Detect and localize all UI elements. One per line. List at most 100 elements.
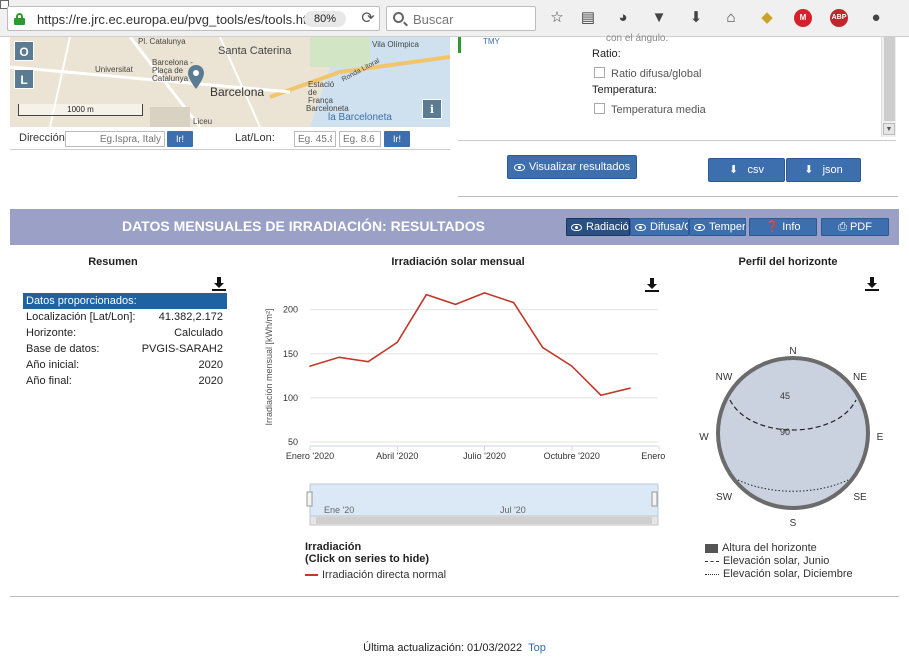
y-tick-label: 100 bbox=[283, 393, 298, 403]
map-label: Liceu bbox=[193, 117, 213, 126]
series-line bbox=[309, 292, 631, 397]
ratio-checkbox[interactable] bbox=[594, 67, 605, 78]
lock-icon bbox=[14, 13, 25, 25]
map-info-button[interactable]: i bbox=[422, 99, 442, 119]
temperature-checkbox-label[interactable]: Temperatura media bbox=[611, 104, 706, 116]
temperature-checkbox[interactable] bbox=[594, 103, 605, 114]
data-point bbox=[483, 292, 486, 294]
history-icon[interactable]: ◕ bbox=[613, 8, 633, 28]
zoom-level[interactable]: 80% bbox=[304, 11, 346, 27]
ring-label-45: 45 bbox=[780, 391, 790, 401]
search-input[interactable]: Buscar bbox=[413, 12, 453, 27]
latlon-go-button[interactable]: Ir! bbox=[384, 131, 410, 147]
tab-radiacion[interactable]: Radiación bbox=[566, 218, 630, 236]
legend-june[interactable]: Elevación solar, Junio bbox=[705, 555, 829, 567]
divider bbox=[458, 196, 898, 197]
navigator-handle-left bbox=[306, 491, 313, 507]
visualize-results-label: Visualizar resultados bbox=[528, 161, 631, 173]
tab-difusa-label: Difusa/G bbox=[650, 221, 689, 233]
summary-download-icon[interactable] bbox=[212, 277, 226, 291]
y-tick-label: 50 bbox=[288, 437, 298, 447]
direction-ne: NE bbox=[853, 372, 867, 383]
lon-input[interactable] bbox=[339, 131, 381, 147]
extension-icon[interactable]: ◆ bbox=[757, 8, 777, 28]
addon-balls-icon[interactable]: ● bbox=[866, 8, 886, 28]
mega-addon-icon[interactable]: M bbox=[794, 9, 812, 27]
home-icon[interactable]: ⌂ bbox=[721, 8, 741, 28]
legend-item-series[interactable]: Irradiación directa normal bbox=[305, 569, 446, 581]
map-marker-icon[interactable] bbox=[188, 65, 204, 89]
monthly-irradiation-chart[interactable]: 50 100 150 200 Enero '2020 Abril '2020 Julio '… bbox=[258, 278, 668, 536]
csv-download-button[interactable]: ⬇ csv bbox=[708, 158, 785, 182]
legend-swatch bbox=[705, 543, 718, 553]
map-label: Universitat bbox=[95, 65, 133, 74]
pdf-button[interactable]: ⎙ PDF bbox=[821, 218, 889, 236]
horizon-download-icon[interactable] bbox=[865, 277, 879, 291]
ratio-checkbox-label[interactable]: Ratio difusa/global bbox=[611, 68, 702, 80]
summary-value: 2020 bbox=[198, 359, 223, 371]
csv-label: csv bbox=[747, 164, 764, 176]
data-point bbox=[600, 394, 602, 397]
table-row: Localización [Lat/Lon]: 41.382,2.172 bbox=[23, 309, 227, 325]
legend-label: Elevación solar, Diciembre bbox=[723, 568, 853, 580]
legend-series-label: Irradiación directa normal bbox=[322, 569, 447, 581]
map-label: Vila Olímpica bbox=[372, 40, 419, 49]
direction-e: E bbox=[877, 432, 884, 443]
summary-title: Resumen bbox=[88, 256, 138, 268]
bookmark-star-icon[interactable]: ☆ bbox=[547, 8, 567, 28]
direccion-input[interactable] bbox=[65, 131, 165, 147]
tab-difusa-global[interactable]: Difusa/G bbox=[630, 218, 689, 236]
x-tick-label: Abril '2020 bbox=[376, 451, 418, 461]
direction-n: N bbox=[789, 346, 796, 357]
location-map[interactable]: Pl. Catalunya Santa Caterina Vila Olímpi… bbox=[10, 37, 450, 127]
direccion-go-button[interactable]: Ir! bbox=[167, 131, 193, 147]
direction-s: S bbox=[790, 518, 797, 529]
data-point bbox=[454, 303, 457, 306]
pocket-icon[interactable]: ▼ bbox=[649, 8, 669, 28]
scroll-down-arrow-icon[interactable]: ▼ bbox=[883, 123, 895, 135]
eye-icon bbox=[513, 163, 525, 171]
y-tick-label: 150 bbox=[283, 349, 298, 359]
reload-icon[interactable]: ⟳ bbox=[358, 9, 378, 29]
tab-temperatura[interactable]: Tempera bbox=[689, 218, 746, 236]
legend-title: Irradiación (Click on series to hide) bbox=[305, 541, 429, 565]
latlon-label: Lat/Lon: bbox=[235, 132, 275, 144]
info-button[interactable]: ❓ Info bbox=[749, 218, 817, 236]
question-icon: ❓ bbox=[765, 221, 780, 233]
legend-swatch bbox=[705, 560, 719, 562]
url-text[interactable]: https://re.jrc.ec.europa.eu/pvg_tools/es… bbox=[37, 12, 307, 27]
tmy-tab-link[interactable]: TMY bbox=[483, 37, 500, 46]
summary-key: Año inicial: bbox=[26, 359, 80, 371]
reading-list-icon[interactable]: ▤ bbox=[578, 8, 598, 28]
map-label: Barcelona bbox=[210, 85, 265, 99]
y-axis-label: Irradiación mensual [kWh/m²] bbox=[264, 308, 274, 425]
summary-key: Base de datos: bbox=[26, 343, 100, 355]
map-label: Santa Caterina bbox=[218, 45, 292, 57]
data-point bbox=[309, 365, 311, 367]
data-point bbox=[541, 346, 544, 349]
legend-december[interactable]: Elevación solar, Diciembre bbox=[705, 568, 853, 580]
summary-key: Localización [Lat/Lon]: bbox=[26, 311, 136, 323]
adblock-plus-icon[interactable]: ABP bbox=[830, 9, 848, 27]
divider bbox=[10, 596, 899, 597]
horizon-title: Perfil del horizonte bbox=[738, 256, 838, 268]
json-download-button[interactable]: ⬇ json bbox=[786, 158, 861, 182]
legend-horizon-height[interactable]: Altura del horizonte bbox=[705, 542, 817, 554]
horizon-circle bbox=[716, 356, 870, 510]
map-label: Pl. Catalunya bbox=[138, 37, 186, 46]
map-o-button[interactable]: O bbox=[14, 41, 34, 61]
top-link[interactable]: Top bbox=[528, 642, 546, 654]
scrollbar-thumb[interactable] bbox=[884, 37, 895, 121]
download-icon[interactable]: ⬇ bbox=[686, 8, 706, 28]
map-l-button[interactable]: L bbox=[14, 69, 34, 89]
direction-w: W bbox=[699, 432, 709, 443]
x-tick-label: Enero '2020 bbox=[286, 451, 334, 461]
visualize-results-button[interactable]: Visualizar resultados bbox=[507, 155, 637, 179]
url-bar[interactable]: https://re.jrc.ec.europa.eu/pvg_tools/es… bbox=[7, 6, 380, 31]
lat-input[interactable] bbox=[294, 131, 336, 147]
search-bar[interactable]: Buscar bbox=[386, 6, 536, 31]
options-scrollbar[interactable]: ▼ bbox=[881, 37, 896, 137]
navigator-handle-right bbox=[651, 491, 658, 507]
data-point bbox=[367, 360, 369, 363]
pdf-label: PDF bbox=[849, 221, 872, 233]
